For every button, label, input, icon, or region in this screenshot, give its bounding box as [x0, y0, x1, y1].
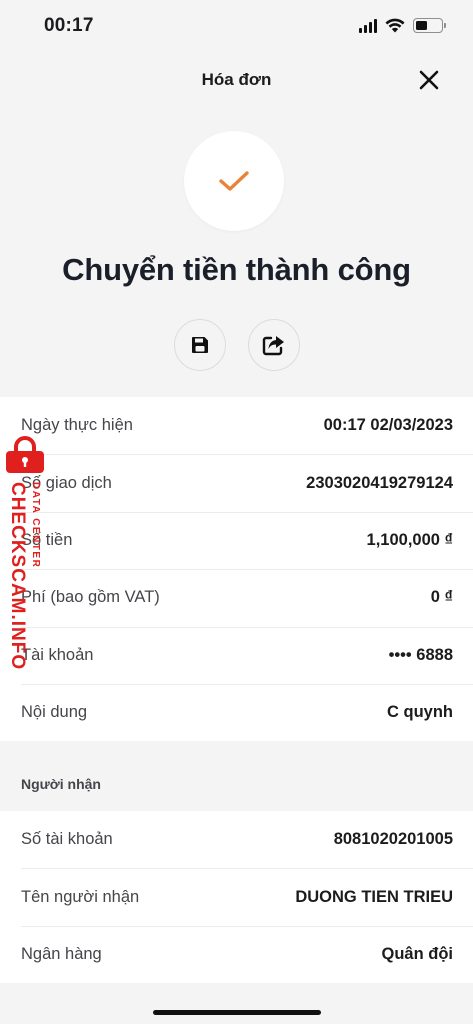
floppy-disk-icon[interactable] — [190, 335, 210, 355]
recipient-row-account-number: Số tài khoản 8081020201005 — [0, 811, 473, 868]
action-buttons — [0, 319, 473, 371]
status-time: 00:17 — [44, 15, 94, 36]
detail-label: Tên người nhận — [21, 887, 140, 906]
detail-value: 00:17 02/03/2023 — [323, 416, 453, 435]
detail-value: 0 ₫ — [430, 588, 453, 607]
success-badge — [184, 131, 284, 231]
recipient-card: Số tài khoản 8081020201005 Tên người nhậ… — [0, 811, 473, 984]
detail-value: C quynh — [387, 703, 453, 722]
save-button[interactable] — [173, 319, 226, 371]
success-title: Chuyển tiền thành công — [62, 252, 411, 287]
recipient-section-label: Người nhận — [21, 776, 101, 792]
detail-value: 2303020419279124 — [306, 473, 453, 492]
detail-value: 1,100,000 ₫ — [366, 530, 453, 549]
detail-row-content: Nội dung C quynh — [0, 683, 473, 741]
detail-label: Tài khoản — [21, 645, 94, 664]
detail-row-account: Tài khoản •••• 6888 — [0, 626, 473, 684]
detail-row-fee: Phí (bao gồm VAT) 0 ₫ — [0, 569, 473, 626]
home-indicator — [153, 1010, 321, 1015]
battery-icon — [413, 18, 446, 33]
check-icon — [219, 171, 249, 191]
detail-value: Quân đội — [381, 944, 454, 963]
detail-row-amount: Số tiền 1,100,000 ₫ — [0, 511, 473, 569]
close-icon[interactable] — [419, 70, 439, 90]
detail-label: Ngày thực hiện — [21, 416, 133, 435]
status-bar: 00:17 — [0, 0, 473, 54]
detail-row-transaction-id: Số giao dịch 2303020419279124 — [0, 454, 473, 511]
page-title: Hóa đơn — [201, 70, 272, 89]
detail-label: Ngân hàng — [21, 944, 102, 963]
recipient-row-bank: Ngân hàng Quân đội — [0, 925, 473, 983]
cellular-signal-icon — [359, 18, 377, 33]
detail-label: Số giao dịch — [21, 473, 112, 492]
recipient-row-name: Tên người nhận DUONG TIEN TRIEU — [0, 868, 473, 925]
status-icons — [359, 18, 446, 33]
wifi-icon — [385, 18, 405, 33]
detail-row-date: Ngày thực hiện 00:17 02/03/2023 — [0, 397, 473, 454]
detail-label: Số tiền — [21, 530, 73, 549]
close-button[interactable] — [413, 64, 445, 96]
share-button[interactable] — [247, 319, 300, 371]
share-icon[interactable] — [262, 334, 286, 356]
detail-value: DUONG TIEN TRIEU — [295, 887, 453, 906]
detail-value: •••• 6888 — [388, 645, 453, 664]
transaction-details-card: Ngày thực hiện 00:17 02/03/2023 Số giao … — [0, 397, 473, 742]
detail-label: Nội dung — [21, 703, 88, 722]
detail-label: Số tài khoản — [21, 830, 113, 849]
detail-value: 8081020201005 — [333, 830, 453, 849]
detail-label: Phí (bao gồm VAT) — [21, 588, 160, 607]
